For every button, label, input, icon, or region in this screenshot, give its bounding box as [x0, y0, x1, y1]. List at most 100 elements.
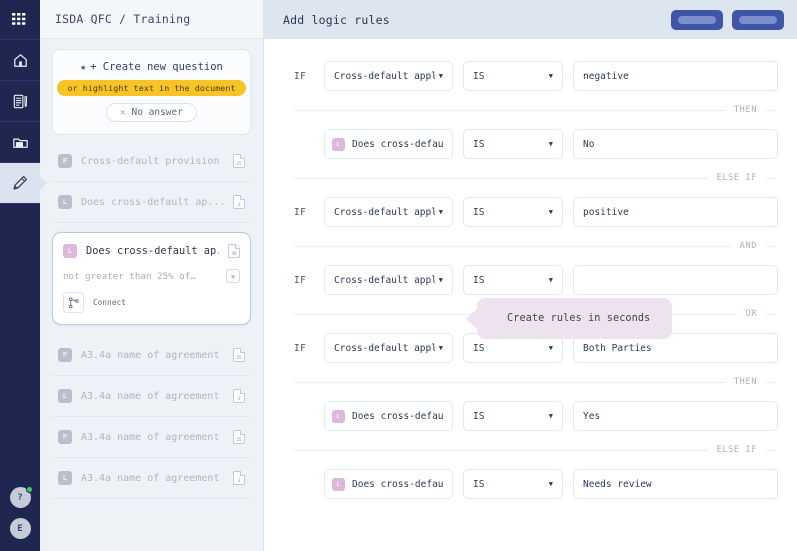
- rule-value-input[interactable]: negative: [573, 61, 778, 91]
- rule-if-label: IF: [294, 70, 307, 82]
- list-item[interactable]: P Cross-default provision 25: [52, 141, 251, 182]
- remove-answer-button[interactable]: ✕: [226, 269, 240, 283]
- rule-operator-select[interactable]: IS ▼: [463, 401, 563, 431]
- question-sidebar: ISDA QFC / Training ★ + Create new quest…: [40, 0, 264, 551]
- no-answer-button[interactable]: ✕ No answer: [106, 103, 197, 122]
- document-count-icon[interactable]: 3: [233, 389, 245, 403]
- highlighter-icon[interactable]: [0, 163, 40, 203]
- connector-label: OR: [745, 309, 757, 319]
- list-item-label: Does cross-default ap...: [81, 196, 224, 208]
- rule-value-input[interactable]: No: [573, 129, 778, 159]
- rule-value-text: Yes: [583, 410, 601, 422]
- rule-question-value: Cross-default appl: [334, 206, 435, 218]
- rule-if-label: IF: [294, 206, 307, 218]
- notification-dot: [25, 486, 33, 493]
- rule-value-text: negative: [583, 70, 629, 82]
- rule-question-value: Does cross-default...: [352, 478, 443, 490]
- rule-operator-select[interactable]: IS ▼: [463, 469, 563, 499]
- rule-question-select[interactable]: L Does cross-default...: [324, 129, 453, 159]
- breadcrumb: ISDA QFC / Training: [40, 0, 263, 39]
- document-count-icon[interactable]: 25: [233, 348, 245, 362]
- connector-label: THEN: [733, 377, 757, 387]
- rule-value-input[interactable]: Needs review: [573, 469, 778, 499]
- main-panel: Add logic rules IF Cross-default appl ▼ IS ▼…: [264, 0, 797, 551]
- connect-branch-glyph: [68, 297, 79, 308]
- rule-connector: ELSE IF: [294, 159, 778, 197]
- apps-grid-icon[interactable]: [0, 0, 40, 39]
- document-count-icon[interactable]: 3: [233, 471, 245, 485]
- connector-line: [766, 177, 776, 179]
- rule-question-select[interactable]: Cross-default appl ▼: [324, 333, 453, 363]
- list-item[interactable]: P A3.4a name of agreement 25: [52, 417, 251, 458]
- rule-question-select[interactable]: L Does cross-default...: [324, 401, 453, 431]
- left-icon-rail: ? E: [0, 0, 40, 551]
- list-item[interactable]: L A3.4a name of agreement 3: [52, 458, 251, 499]
- document-count-icon[interactable]: 25: [233, 430, 245, 444]
- document-count-icon[interactable]: 25: [233, 154, 245, 168]
- rule-operator-select[interactable]: IS ▼: [463, 265, 563, 295]
- selected-question-label: Does cross-default ap...: [86, 245, 219, 257]
- document-count-icon[interactable]: 3: [233, 195, 245, 209]
- question-list-top: P Cross-default provision 25 L Does cros…: [52, 141, 251, 223]
- close-icon: ✕: [120, 107, 126, 118]
- help-avatar[interactable]: ?: [9, 486, 33, 508]
- question-sidebar-body: ★ + Create new question or highlight tex…: [40, 39, 263, 551]
- connector-line: [294, 449, 708, 451]
- rule-if-label: IF: [294, 342, 307, 354]
- connector-line: [294, 245, 731, 247]
- type-badge: L: [58, 471, 72, 485]
- connector-line: [766, 449, 776, 451]
- list-item[interactable]: L Does cross-default ap... 3: [52, 182, 251, 223]
- document-edit-icon[interactable]: [0, 81, 40, 121]
- rule-question-select[interactable]: Cross-default appl ▼: [324, 61, 453, 91]
- app-root: ? E ISDA QFC / Training ★ + Create new q…: [0, 0, 797, 551]
- user-avatar[interactable]: E: [9, 518, 31, 539]
- connector-line: [766, 109, 776, 111]
- chevron-down-icon: ▼: [438, 72, 443, 80]
- rule-if-label: IF: [294, 274, 307, 286]
- primary-action-button[interactable]: [732, 9, 784, 30]
- rule-value-input[interactable]: [573, 265, 778, 295]
- tooltip-create-rules: Create rules in seconds: [477, 298, 673, 339]
- rule-value-text: Needs review: [583, 478, 652, 490]
- rule-value-text: Both Parties: [583, 342, 652, 354]
- highlight-hint-badge: or highlight text in the document: [57, 80, 246, 96]
- folder-icon[interactable]: [0, 122, 40, 162]
- list-item[interactable]: L A3.4a name of agreement 3: [52, 376, 251, 417]
- rule-operator-select[interactable]: IS ▼: [463, 129, 563, 159]
- chevron-down-icon: ▼: [438, 208, 443, 216]
- rule-operator-value: IS: [473, 342, 485, 354]
- type-badge: L: [332, 409, 345, 423]
- create-question-row[interactable]: ★ + Create new question: [80, 61, 223, 73]
- connect-row[interactable]: Connect: [63, 292, 240, 313]
- help-avatar-label: ?: [17, 492, 23, 503]
- create-question-card[interactable]: ★ + Create new question or highlight tex…: [52, 49, 251, 135]
- home-icon[interactable]: [0, 40, 40, 80]
- list-item[interactable]: P A3.4a name of agreement 25: [52, 335, 251, 376]
- rule-connector: THEN: [294, 91, 778, 129]
- connector-line: [766, 381, 776, 383]
- rule-row: L Does cross-default... IS ▼ No: [294, 129, 778, 159]
- rule-question-select[interactable]: Cross-default appl ▼: [324, 265, 453, 295]
- rule-row: L Does cross-default... IS ▼ Yes: [294, 401, 778, 431]
- chevron-down-icon: ▼: [438, 344, 443, 352]
- list-item-label: A3.4a name of agreement: [81, 349, 220, 361]
- highlighter-glyph: [13, 175, 28, 190]
- connector-line: [294, 177, 708, 179]
- header-actions: [671, 9, 784, 30]
- selected-question-card[interactable]: L Does cross-default ap... 48 not greate…: [52, 232, 251, 325]
- secondary-action-button[interactable]: [671, 9, 723, 30]
- rule-value-input[interactable]: Yes: [573, 401, 778, 431]
- rule-operator-select[interactable]: IS ▼: [463, 197, 563, 227]
- chevron-down-icon: ▼: [548, 276, 553, 284]
- rule-question-value: Cross-default appl: [334, 274, 435, 286]
- home-glyph: [13, 53, 27, 67]
- rule-question-select[interactable]: L Does cross-default...: [324, 469, 453, 499]
- rule-value-input[interactable]: positive: [573, 197, 778, 227]
- list-item-label: A3.4a name of agreement: [81, 431, 220, 443]
- rule-operator-value: IS: [473, 274, 485, 286]
- rule-operator-select[interactable]: IS ▼: [463, 61, 563, 91]
- rule-question-select[interactable]: Cross-default appl ▼: [324, 197, 453, 227]
- apps-grid-glyph: [11, 12, 25, 25]
- document-count-icon[interactable]: 48: [228, 244, 240, 258]
